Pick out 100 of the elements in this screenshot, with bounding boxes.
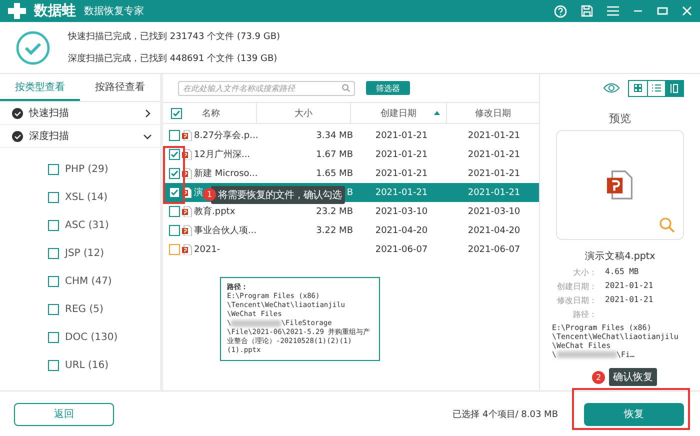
hint-tooltip: 将需要恢复的文件，确认勾选 (211, 186, 344, 204)
view-mode-button[interactable] (665, 80, 683, 96)
powerpoint-file-icon (182, 206, 192, 218)
file-type-label: DOC (130) (65, 332, 118, 342)
checkbox[interactable] (48, 248, 59, 258)
file-row[interactable]: 8.27分享会.p... 3.34 MB 2021-01-21 2021-01-21 (163, 126, 539, 145)
info-value: 2021-01-21 (605, 281, 654, 292)
checkmark-circle-icon (16, 30, 50, 64)
recover-button[interactable]: 恢复 (584, 402, 684, 426)
column-header[interactable]: 大小 (294, 106, 312, 120)
checkbox[interactable] (169, 168, 180, 179)
preview-title: 预览 (609, 111, 631, 126)
check-circle-icon (12, 108, 23, 118)
back-button[interactable]: 返回 (14, 402, 114, 426)
maximize-icon[interactable] (657, 7, 668, 15)
info-value: 2021-01-21 (605, 295, 654, 306)
file-type-label: ASC (31) (65, 220, 109, 230)
powerpoint-file-icon (182, 244, 192, 256)
file-name: 教育.pptx (194, 205, 236, 218)
checkbox[interactable] (171, 108, 182, 118)
sort-ascending-icon (434, 111, 440, 115)
selection-summary: 已选择 4个项目/ 8.03 MB (452, 408, 558, 420)
scan-group-row[interactable]: 深度扫描 (0, 125, 160, 148)
created-date: 2021-06-07 (375, 244, 428, 254)
checkbox[interactable] (48, 304, 59, 314)
blurred-text (231, 320, 282, 327)
modified-date: 2021-01-21 (468, 188, 520, 198)
info-label: 大小： (572, 267, 597, 278)
checkbox[interactable] (169, 149, 180, 160)
close-icon[interactable] (682, 6, 692, 16)
column-header[interactable]: 名称 (202, 106, 220, 120)
checkbox[interactable] (169, 244, 180, 255)
powerpoint-file-icon (182, 224, 192, 236)
column-header[interactable]: 创建日期 (380, 106, 416, 120)
plus-logo-icon (8, 3, 26, 19)
file-row[interactable]: 2021- 2021-06-07 2021-06-07 (163, 240, 539, 259)
eye-icon[interactable] (603, 83, 620, 93)
list-view-icon (652, 84, 661, 92)
highlight-frame (163, 146, 185, 204)
scan-group-row[interactable]: 快速扫描 (0, 102, 160, 125)
preview-pane-icon (670, 84, 679, 92)
file-name: 12月广州深... (194, 148, 250, 161)
info-label: 路径： (572, 309, 597, 320)
checkbox[interactable] (48, 192, 59, 202)
file-size: 1.65 MB (316, 168, 354, 178)
modified-date: 2021-06-07 (468, 244, 520, 254)
column-header[interactable]: 修改日期 (475, 106, 511, 120)
app-name: 数据蛙 (34, 2, 76, 20)
zoom-icon[interactable] (659, 217, 675, 233)
grid-view-icon (634, 84, 642, 92)
checkbox[interactable] (48, 220, 59, 230)
checkbox[interactable] (48, 164, 59, 174)
file-row[interactable]: 新建 Microso... 1.65 MB 2021-01-21 2021-01-21 (163, 164, 539, 183)
created-date: 2021-04-20 (375, 226, 428, 236)
file-type-label: JSP (12) (65, 248, 104, 258)
scan-result-text: 深度扫描已完成，已找到 448691 个文件 (139 GB) (68, 52, 278, 65)
search-field[interactable]: 在此处输入文件名称或搜索路径 (178, 80, 355, 96)
file-size: 1.67 MB (316, 150, 354, 160)
save-icon[interactable] (581, 5, 593, 17)
checkbox[interactable] (169, 130, 180, 141)
checkbox[interactable] (169, 225, 180, 236)
powerpoint-file-icon (182, 130, 192, 142)
info-label: 创建日期： (556, 281, 597, 292)
info-label: 修改日期： (556, 295, 597, 306)
menu-icon[interactable] (607, 6, 619, 16)
created-date: 2021-01-21 (375, 188, 428, 198)
file-name: 8.27分享会.p... (194, 130, 258, 142)
file-type-label: PHP (29) (65, 164, 108, 174)
hint-tooltip: 确认恢复 (609, 368, 657, 386)
file-size: 3.22 MB (316, 226, 354, 236)
filter-button[interactable]: 筛选器 (366, 81, 410, 95)
minimize-icon[interactable] (633, 9, 643, 13)
modified-date: 2021-01-21 (468, 168, 520, 178)
search-icon (342, 84, 350, 92)
file-name: 2021- (194, 244, 220, 254)
checkbox[interactable] (48, 360, 59, 370)
checkbox[interactable] (48, 332, 59, 342)
file-type-label: URL (16) (65, 360, 109, 370)
app-subtitle: 数据恢复专家 (84, 4, 144, 18)
modified-date: 2021-04-20 (468, 226, 520, 236)
modified-date: 2021-03-10 (468, 206, 520, 216)
checkbox[interactable] (169, 187, 180, 198)
created-date: 2021-01-21 (375, 150, 428, 160)
file-name: 演 (194, 186, 203, 199)
file-type-label: XSL (14) (65, 192, 108, 202)
modified-date: 2021-01-21 (468, 150, 520, 160)
file-row[interactable]: 12月广州深... 1.67 MB 2021-01-21 2021-01-21 (163, 145, 539, 164)
blurred-text (556, 351, 617, 358)
view-tab[interactable]: 按类型查看 (0, 74, 80, 101)
step-number: 2 (592, 371, 605, 384)
created-date: 2021-03-10 (375, 206, 428, 216)
checkbox[interactable] (48, 276, 59, 286)
file-row[interactable]: 教育.pptx 23.2 MB 2021-03-10 2021-03-10 (163, 202, 539, 221)
modified-date: 2021-01-21 (468, 130, 520, 140)
file-name: 事业合伙人项... (194, 224, 257, 237)
file-row[interactable]: 事业合伙人项... 3.22 MB 2021-04-20 2021-04-20 (163, 221, 539, 240)
scan-result-text: 快速扫描已完成，已找到 231743 个文件 (73.9 GB) (68, 30, 280, 43)
checkbox[interactable] (169, 206, 180, 217)
view-tab[interactable]: 按路径查看 (80, 74, 160, 101)
help-icon[interactable] (554, 4, 567, 18)
